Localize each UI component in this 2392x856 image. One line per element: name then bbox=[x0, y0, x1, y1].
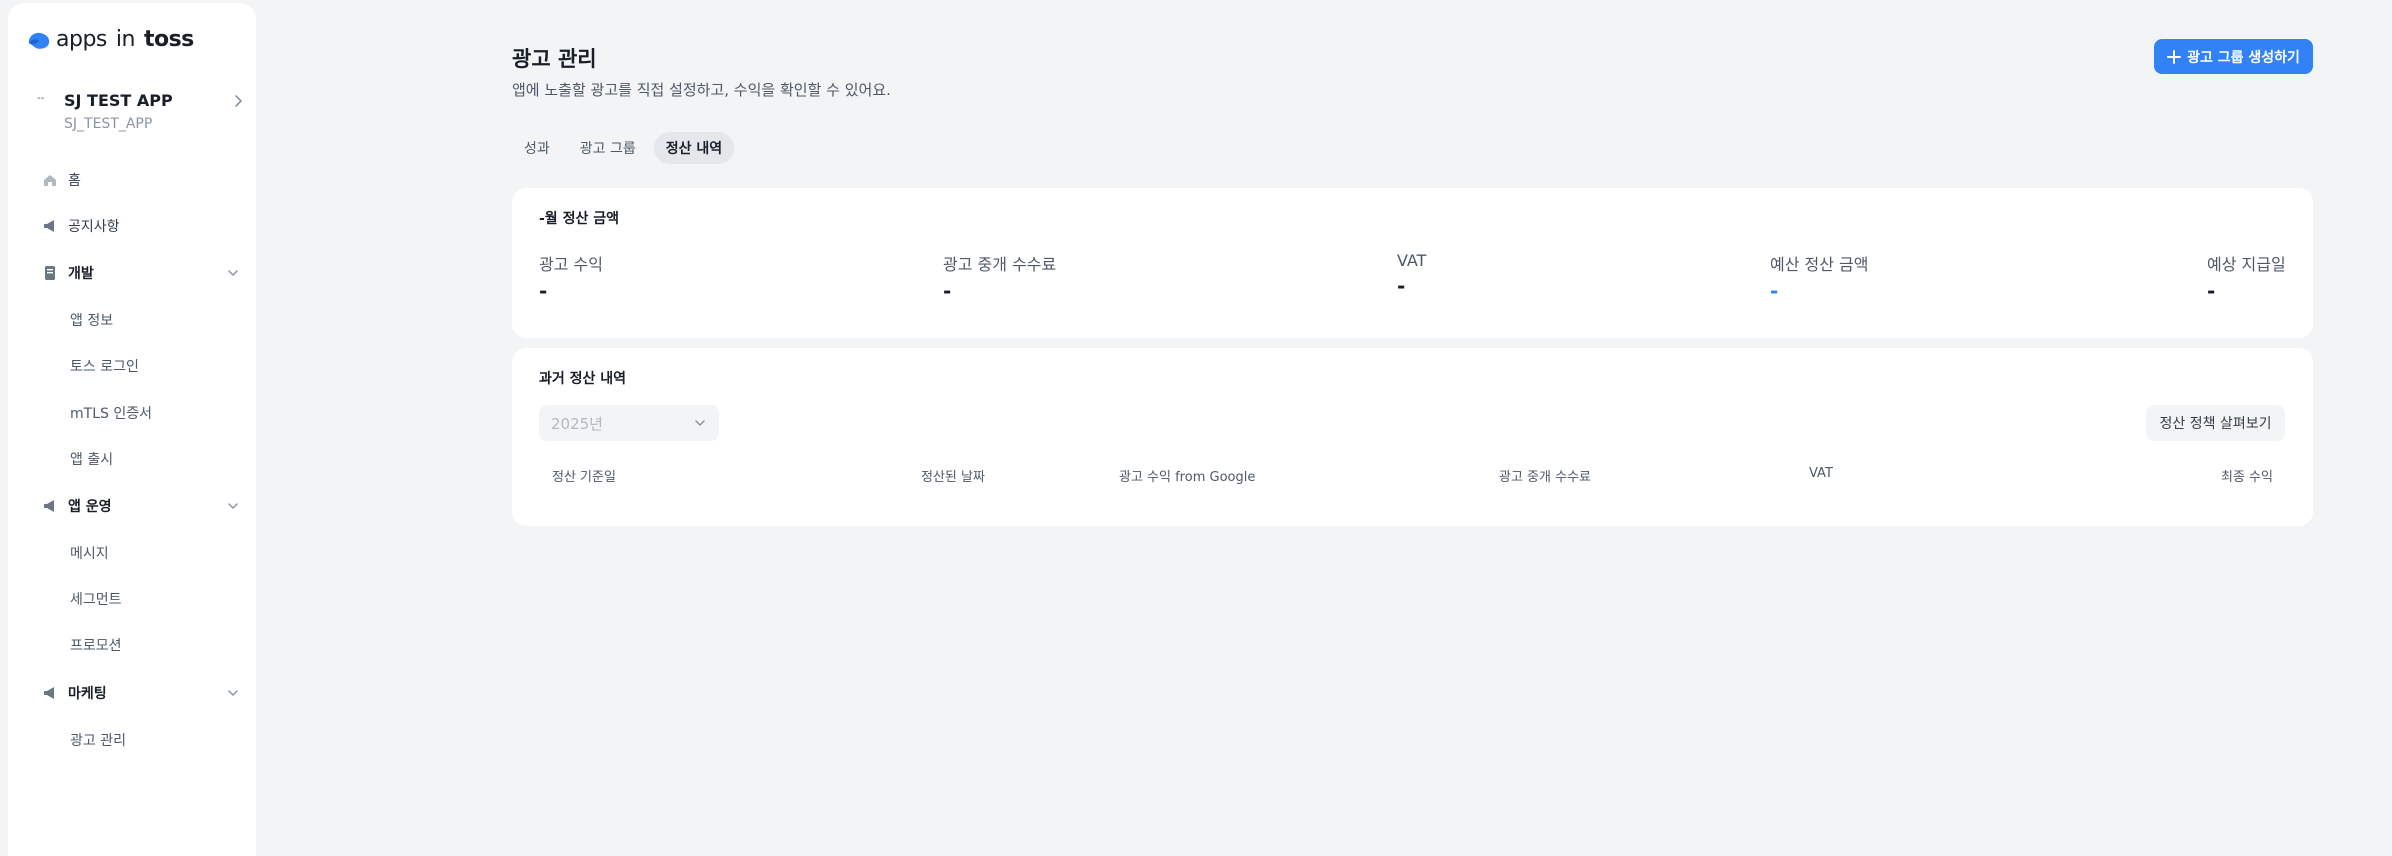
logo-in-text: in bbox=[115, 27, 136, 52]
chevron-down-icon bbox=[228, 270, 238, 277]
metric-ad-revenue: 광고 수익 - bbox=[539, 251, 603, 301]
metric-brokerage-fee: 광고 중개 수수료 - bbox=[943, 251, 1056, 301]
year-select-value: 2025년 bbox=[551, 414, 603, 433]
metric-label: 광고 수익 bbox=[539, 255, 603, 274]
column-header: 광고 중개 수수료 bbox=[1499, 470, 1591, 485]
column-header: 정산된 날짜 bbox=[921, 470, 985, 485]
nav-notice-label: 공지사항 bbox=[68, 219, 120, 235]
column-header: VAT bbox=[1809, 466, 1833, 481]
nav-segment-label: 세그먼트 bbox=[70, 592, 122, 608]
past-settlement-card: 과거 정산 내역 2025년 정산 정책 살펴보기 정산 기준일 정산된 날짜 … bbox=[512, 348, 2313, 526]
sidebar: apps in toss -- SJ TEST APP SJ_TEST_APP … bbox=[8, 3, 256, 856]
metric-value: - bbox=[1770, 279, 1779, 303]
year-select[interactable]: 2025년 bbox=[539, 405, 719, 441]
metric-vat: VAT - bbox=[1397, 251, 1426, 296]
column-header: 광고 수익 from Google bbox=[1119, 470, 1256, 485]
history-title: 과거 정산 내역 bbox=[539, 371, 627, 387]
settlement-policy-button[interactable]: 정산 정책 살펴보기 bbox=[2146, 405, 2285, 441]
nav-ops-label: 앱 운영 bbox=[68, 499, 112, 515]
nav-release-label: 앱 출시 bbox=[70, 452, 114, 468]
page-title: 광고 관리 bbox=[512, 47, 597, 71]
chevron-right-icon bbox=[235, 95, 243, 107]
tab-bar: 성과 광고 그룹 정산 내역 bbox=[512, 132, 735, 164]
nav-notice[interactable]: 공지사항 bbox=[28, 211, 246, 241]
nav-promotion-label: 프로모션 bbox=[70, 638, 122, 654]
toss-logo-icon bbox=[28, 32, 50, 49]
nav-release[interactable]: 앱 출시 bbox=[28, 444, 246, 474]
monthly-settlement-card: -월 정산 금액 광고 수익 - 광고 중개 수수료 - VAT - 예산 정산… bbox=[512, 188, 2313, 338]
nav-home-label: 홈 bbox=[68, 173, 81, 189]
tab-settlement[interactable]: 정산 내역 bbox=[653, 132, 735, 164]
logo-apps-text: apps bbox=[56, 27, 107, 52]
chevron-down-icon bbox=[228, 690, 238, 697]
nav-ad-manage-label: 광고 관리 bbox=[70, 733, 126, 749]
create-ad-group-button[interactable]: 광고 그룹 생성하기 bbox=[2154, 39, 2313, 74]
summary-title: -월 정산 금액 bbox=[539, 211, 619, 227]
logo-toss-text: toss bbox=[143, 27, 194, 52]
nav-ad-manage[interactable]: 광고 관리 bbox=[28, 725, 246, 755]
home-icon bbox=[42, 172, 58, 188]
nav-app-info-label: 앱 정보 bbox=[70, 313, 114, 329]
nav-group-ops[interactable]: 앱 운영 bbox=[28, 491, 246, 521]
megaphone-icon bbox=[42, 685, 58, 701]
app-name: SJ TEST APP bbox=[64, 91, 173, 110]
nav-segment[interactable]: 세그먼트 bbox=[28, 584, 246, 614]
nav-dev-label: 개발 bbox=[68, 266, 94, 282]
metric-label: 예상 지급일 bbox=[2207, 255, 2286, 274]
nav-message[interactable]: 메시지 bbox=[28, 538, 246, 568]
tab-performance[interactable]: 성과 bbox=[512, 132, 562, 164]
app-switcher[interactable]: -- SJ TEST APP SJ_TEST_APP bbox=[28, 89, 246, 137]
nav-group-marketing[interactable]: 마케팅 bbox=[28, 678, 246, 708]
app-id: SJ_TEST_APP bbox=[64, 116, 153, 132]
nav-toss-login[interactable]: 토스 로그인 bbox=[28, 351, 246, 381]
metric-label: 광고 중개 수수료 bbox=[943, 255, 1057, 274]
metric-value: - bbox=[943, 279, 952, 303]
tab-ad-group[interactable]: 광고 그룹 bbox=[568, 132, 648, 164]
page-description: 앱에 노출할 광고를 직접 설정하고, 수익을 확인할 수 있어요. bbox=[512, 81, 891, 99]
nav-promotion[interactable]: 프로모션 bbox=[28, 630, 246, 660]
chevron-down-icon bbox=[695, 420, 705, 427]
plus-icon bbox=[2167, 49, 2182, 64]
nav-group-dev[interactable]: 개발 bbox=[28, 258, 246, 288]
metric-value: - bbox=[2207, 279, 2216, 303]
column-header: 정산 기준일 bbox=[552, 470, 616, 485]
metric-label: 예산 정산 금액 bbox=[1770, 255, 1869, 274]
nav-message-label: 메시지 bbox=[70, 546, 109, 562]
document-icon bbox=[42, 265, 58, 281]
metric-label: VAT bbox=[1397, 251, 1427, 270]
column-header: 최종 수익 bbox=[2221, 470, 2273, 485]
nav-marketing-label: 마케팅 bbox=[68, 686, 107, 702]
chevron-down-icon bbox=[228, 503, 238, 510]
nav-toss-login-label: 토스 로그인 bbox=[70, 359, 139, 375]
metric-settlement-amount: 예산 정산 금액 - bbox=[1770, 251, 1869, 301]
app-icon-placeholder: -- bbox=[37, 93, 45, 104]
metric-value: - bbox=[1397, 274, 1406, 298]
create-ad-group-label: 광고 그룹 생성하기 bbox=[2187, 49, 2300, 66]
nav-mtls[interactable]: mTLS 인증서 bbox=[28, 398, 246, 428]
megaphone-icon bbox=[42, 218, 58, 234]
nav-home[interactable]: 홈 bbox=[28, 165, 246, 195]
megaphone-icon bbox=[42, 498, 58, 514]
nav-app-info[interactable]: 앱 정보 bbox=[28, 305, 246, 335]
metric-value: - bbox=[539, 279, 548, 303]
apps-in-toss-logo[interactable]: apps in toss bbox=[26, 27, 194, 52]
app-root: apps in toss -- SJ TEST APP SJ_TEST_APP … bbox=[0, 0, 2392, 856]
nav-mtls-label: mTLS 인증서 bbox=[70, 406, 152, 422]
metric-expected-payday: 예상 지급일 - bbox=[2207, 251, 2286, 301]
